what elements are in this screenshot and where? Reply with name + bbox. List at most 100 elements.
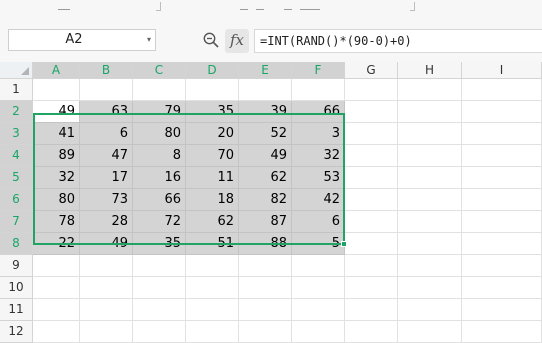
cell-b1[interactable] xyxy=(80,79,133,101)
cell-h7[interactable] xyxy=(398,211,462,233)
cell-h1[interactable] xyxy=(398,79,462,101)
cell-g9[interactable] xyxy=(345,255,398,277)
cell-d5[interactable]: 11 xyxy=(186,167,239,189)
cell-e10[interactable] xyxy=(239,277,292,299)
cell-g1[interactable] xyxy=(345,79,398,101)
column-header-e[interactable]: E xyxy=(239,62,292,79)
cell-b11[interactable] xyxy=(80,299,133,321)
cell-c6[interactable]: 66 xyxy=(133,189,186,211)
cell-e2[interactable]: 39 xyxy=(239,101,292,123)
cell-h9[interactable] xyxy=(398,255,462,277)
row-header-9[interactable]: 9 xyxy=(0,255,33,277)
cell-e9[interactable] xyxy=(239,255,292,277)
column-header-i[interactable]: I xyxy=(462,62,542,79)
cell-a1[interactable] xyxy=(33,79,80,101)
cell-d12[interactable] xyxy=(186,321,239,343)
row-header-1[interactable]: 1 xyxy=(0,79,33,101)
cell-c11[interactable] xyxy=(133,299,186,321)
cell-d6[interactable]: 18 xyxy=(186,189,239,211)
cell-f6[interactable]: 42 xyxy=(292,189,345,211)
cell-g8[interactable] xyxy=(345,233,398,255)
cell-c2[interactable]: 79 xyxy=(133,101,186,123)
cell-c1[interactable] xyxy=(133,79,186,101)
cell-c7[interactable]: 72 xyxy=(133,211,186,233)
cell-g4[interactable] xyxy=(345,145,398,167)
cell-g11[interactable] xyxy=(345,299,398,321)
column-header-h[interactable]: H xyxy=(398,62,462,79)
cell-h10[interactable] xyxy=(398,277,462,299)
row-header-12[interactable]: 12 xyxy=(0,321,33,343)
cell-b8[interactable]: 49 xyxy=(80,233,133,255)
cell-i2[interactable] xyxy=(462,101,542,123)
cell-f5[interactable]: 53 xyxy=(292,167,345,189)
row-header-7[interactable]: 7 xyxy=(0,211,33,233)
cell-c9[interactable] xyxy=(133,255,186,277)
row-header-5[interactable]: 5 xyxy=(0,167,33,189)
cell-e12[interactable] xyxy=(239,321,292,343)
select-all-corner[interactable] xyxy=(0,62,33,79)
cell-h2[interactable] xyxy=(398,101,462,123)
cell-g10[interactable] xyxy=(345,277,398,299)
name-box[interactable]: A2 ▾ xyxy=(8,29,156,51)
cell-a6[interactable]: 80 xyxy=(33,189,80,211)
cell-i7[interactable] xyxy=(462,211,542,233)
cell-i3[interactable] xyxy=(462,123,542,145)
cell-a3[interactable]: 41 xyxy=(33,123,80,145)
cell-i10[interactable] xyxy=(462,277,542,299)
cell-a12[interactable] xyxy=(33,321,80,343)
cell-e8[interactable]: 88 xyxy=(239,233,292,255)
ribbon-icon[interactable] xyxy=(256,3,264,10)
ribbon-icon[interactable] xyxy=(58,3,70,10)
cell-b6[interactable]: 73 xyxy=(80,189,133,211)
cell-h5[interactable] xyxy=(398,167,462,189)
cell-i4[interactable] xyxy=(462,145,542,167)
cell-b2[interactable]: 63 xyxy=(80,101,133,123)
cell-a8[interactable]: 22 xyxy=(33,233,80,255)
cell-e5[interactable]: 62 xyxy=(239,167,292,189)
cell-e7[interactable]: 87 xyxy=(239,211,292,233)
cell-b7[interactable]: 28 xyxy=(80,211,133,233)
cell-e3[interactable]: 52 xyxy=(239,123,292,145)
column-header-b[interactable]: B xyxy=(80,62,133,79)
function-icon[interactable]: fx xyxy=(225,29,249,53)
column-header-a[interactable]: A xyxy=(33,62,80,79)
cell-i1[interactable] xyxy=(462,79,542,101)
cell-a10[interactable] xyxy=(33,277,80,299)
cell-g12[interactable] xyxy=(345,321,398,343)
cell-i8[interactable] xyxy=(462,233,542,255)
cell-f11[interactable] xyxy=(292,299,345,321)
cell-i11[interactable] xyxy=(462,299,542,321)
cell-f1[interactable] xyxy=(292,79,345,101)
cell-f2[interactable]: 66 xyxy=(292,101,345,123)
cell-h6[interactable] xyxy=(398,189,462,211)
cell-b5[interactable]: 17 xyxy=(80,167,133,189)
cell-c5[interactable]: 16 xyxy=(133,167,186,189)
ribbon-icon[interactable] xyxy=(240,3,248,10)
cell-b9[interactable] xyxy=(80,255,133,277)
row-header-2[interactable]: 2 xyxy=(0,101,33,123)
cell-g3[interactable] xyxy=(345,123,398,145)
cell-g5[interactable] xyxy=(345,167,398,189)
row-header-3[interactable]: 3 xyxy=(0,123,33,145)
column-header-g[interactable]: G xyxy=(345,62,398,79)
ribbon-dropdown-icon[interactable] xyxy=(156,2,161,11)
cell-c12[interactable] xyxy=(133,321,186,343)
chevron-down-icon[interactable]: ▾ xyxy=(147,30,151,50)
ribbon-icon[interactable] xyxy=(284,3,292,10)
cell-d2[interactable]: 35 xyxy=(186,101,239,123)
cell-e4[interactable]: 49 xyxy=(239,145,292,167)
cell-b10[interactable] xyxy=(80,277,133,299)
column-header-d[interactable]: D xyxy=(186,62,239,79)
cell-c3[interactable]: 80 xyxy=(133,123,186,145)
magnifier-icon[interactable] xyxy=(202,31,220,49)
cell-c4[interactable]: 8 xyxy=(133,145,186,167)
row-header-11[interactable]: 11 xyxy=(0,299,33,321)
cell-a7[interactable]: 78 xyxy=(33,211,80,233)
cell-f9[interactable] xyxy=(292,255,345,277)
row-header-4[interactable]: 4 xyxy=(0,145,33,167)
cell-e6[interactable]: 82 xyxy=(239,189,292,211)
cell-h11[interactable] xyxy=(398,299,462,321)
cell-i9[interactable] xyxy=(462,255,542,277)
cell-g6[interactable] xyxy=(345,189,398,211)
cell-e11[interactable] xyxy=(239,299,292,321)
